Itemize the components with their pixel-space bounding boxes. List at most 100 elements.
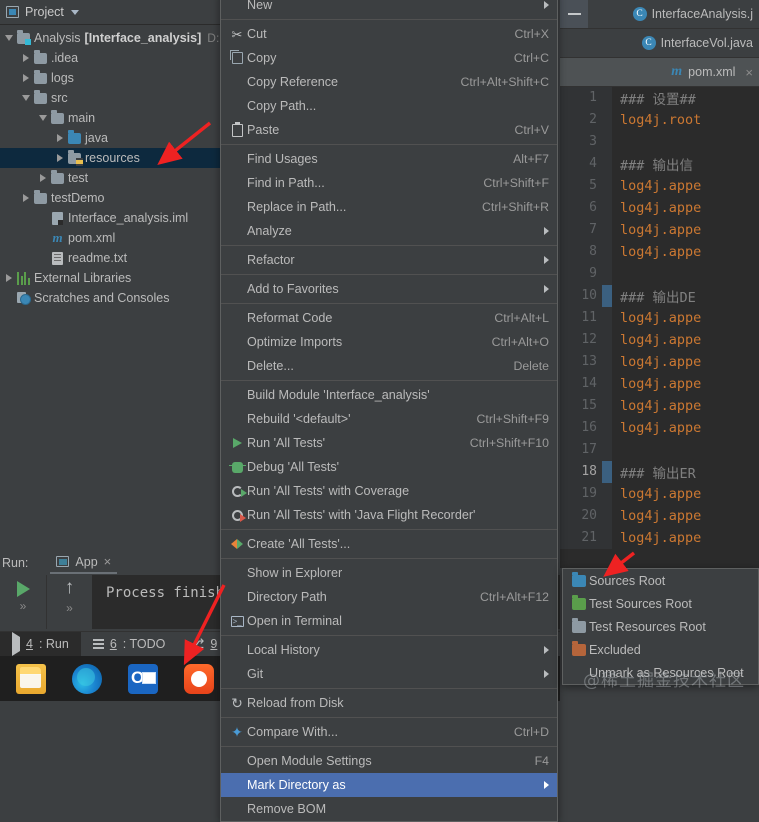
menu-item-open-in-terminal[interactable]: >_ Open in Terminal xyxy=(221,609,557,633)
twist-down[interactable] xyxy=(19,88,32,108)
tree-row-external-libraries[interactable]: External Libraries xyxy=(0,268,220,288)
tool-window-button-todo[interactable]: 6: TODO xyxy=(81,632,178,657)
line-number[interactable]: 9 xyxy=(560,263,602,285)
line-number[interactable]: 17 xyxy=(560,439,602,461)
close-icon[interactable]: × xyxy=(745,65,753,80)
tree-row-scratches-and-consoles[interactable]: Scratches and Consoles xyxy=(0,288,220,308)
line-number[interactable]: 14 xyxy=(560,373,602,395)
menu-item-create-all-tests[interactable]: Create 'All Tests'... xyxy=(221,532,557,556)
line-number[interactable]: 20 xyxy=(560,505,602,527)
menu-item-reload-from-disk[interactable]: ↻ Reload from Disk xyxy=(221,691,557,715)
tree-row--idea[interactable]: .idea xyxy=(0,48,220,68)
menu-item-copy-path[interactable]: Copy Path... xyxy=(221,94,557,118)
twist-right[interactable] xyxy=(19,48,32,68)
tree-row-pom-xml[interactable]: m pom.xml xyxy=(0,228,220,248)
line-number[interactable]: 3 xyxy=(560,131,602,153)
twist-right[interactable] xyxy=(19,188,32,208)
menu-item-find-usages[interactable]: Find Usages Alt+F7 xyxy=(221,147,557,171)
menu-item-show-in-explorer[interactable]: Show in Explorer xyxy=(221,561,557,585)
menu-item-analyze[interactable]: Analyze xyxy=(221,219,557,243)
menu-item-local-history[interactable]: Local History xyxy=(221,638,557,662)
run-tab-app[interactable]: App × xyxy=(50,552,118,574)
menu-item-compare-with[interactable]: ✦ Compare With... Ctrl+D xyxy=(221,720,557,744)
line-number[interactable]: 5 xyxy=(560,175,602,197)
menu-item-find-in-path[interactable]: Find in Path... Ctrl+Shift+F xyxy=(221,171,557,195)
expand-icon[interactable]: » xyxy=(20,599,27,613)
tree-row-logs[interactable]: logs xyxy=(0,68,220,88)
tree-row-src[interactable]: src xyxy=(0,88,220,108)
menu-item-optimize-imports[interactable]: Optimize Imports Ctrl+Alt+O xyxy=(221,330,557,354)
outlook-icon[interactable] xyxy=(128,663,158,694)
media-app-icon[interactable] xyxy=(184,663,214,694)
line-number[interactable]: 7 xyxy=(560,219,602,241)
submenu-item-test-resources-root[interactable]: Test Resources Root xyxy=(563,615,758,638)
menu-item-copy[interactable]: Copy Ctrl+C xyxy=(221,46,557,70)
menu-item-run-all-tests-with-coverage[interactable]: Run 'All Tests' with Coverage xyxy=(221,479,557,503)
menu-item-directory-path[interactable]: Directory Path Ctrl+Alt+F12 xyxy=(221,585,557,609)
twist-right[interactable] xyxy=(36,168,49,188)
tree-row-resources[interactable]: resources xyxy=(0,148,220,168)
menu-item-paste[interactable]: Paste Ctrl+V xyxy=(221,118,557,142)
line-number[interactable]: 8 xyxy=(560,241,602,263)
line-number[interactable]: 13 xyxy=(560,351,602,373)
line-number[interactable]: 6 xyxy=(560,197,602,219)
fold-marker[interactable] xyxy=(602,285,612,307)
menu-item-rebuild-default[interactable]: Rebuild '<default>' Ctrl+Shift+F9 xyxy=(221,407,557,431)
menu-item-copy-reference[interactable]: Copy Reference Ctrl+Alt+Shift+C xyxy=(221,70,557,94)
minimize-button[interactable] xyxy=(560,0,588,28)
menu-item-run-all-tests-with-java-flight-recorder[interactable]: Run 'All Tests' with 'Java Flight Record… xyxy=(221,503,557,527)
close-icon[interactable]: × xyxy=(104,554,112,569)
tree-row-testdemo[interactable]: testDemo xyxy=(0,188,220,208)
menu-item-replace-in-path[interactable]: Replace in Path... Ctrl+Shift+R xyxy=(221,195,557,219)
line-number[interactable]: 12 xyxy=(560,329,602,351)
line-number[interactable]: 10 xyxy=(560,285,602,307)
tool-window-button-run[interactable]: 4: Run xyxy=(0,631,81,657)
twist-right[interactable] xyxy=(19,68,32,88)
line-number[interactable]: 16 xyxy=(560,417,602,439)
menu-item-add-to-favorites[interactable]: Add to Favorites xyxy=(221,277,557,301)
menu-item-delete[interactable]: Delete... Delete xyxy=(221,354,557,378)
scroll-up-icon[interactable]: ↑ xyxy=(65,577,75,599)
twist-right[interactable] xyxy=(53,128,66,148)
menu-item-reformat-code[interactable]: Reformat Code Ctrl+Alt+L xyxy=(221,306,557,330)
menu-item-refactor[interactable]: Refactor xyxy=(221,248,557,272)
edge-browser-icon[interactable] xyxy=(72,663,102,694)
line-number[interactable]: 19 xyxy=(560,483,602,505)
editor-tab-pom-xml[interactable]: m pom.xml × xyxy=(560,58,759,87)
submenu-item-excluded[interactable]: Excluded xyxy=(563,638,758,661)
menu-item-new[interactable]: New xyxy=(221,0,557,17)
menu-item-cut[interactable]: ✂ Cut Ctrl+X xyxy=(221,22,557,46)
menu-item-git[interactable]: Git xyxy=(221,662,557,686)
menu-item-remove-bom[interactable]: Remove BOM xyxy=(221,797,557,821)
line-number[interactable]: 11 xyxy=(560,307,602,329)
submenu-item-test-sources-root[interactable]: Test Sources Root xyxy=(563,592,758,615)
twist-down[interactable] xyxy=(36,108,49,128)
twist-right[interactable] xyxy=(2,268,15,288)
line-number[interactable]: 15 xyxy=(560,395,602,417)
project-panel-header[interactable]: Project xyxy=(0,0,220,25)
chevron-down-icon[interactable] xyxy=(70,9,79,15)
menu-item-build-module-interface-analysis[interactable]: Build Module 'Interface_analysis' xyxy=(221,383,557,407)
menu-item-debug-all-tests[interactable]: Debug 'All Tests' xyxy=(221,455,557,479)
menu-item-run-all-tests[interactable]: Run 'All Tests' Ctrl+Shift+F10 xyxy=(221,431,557,455)
line-number[interactable]: 4 xyxy=(560,153,602,175)
file-explorer-icon[interactable] xyxy=(16,663,46,694)
tree-row-java[interactable]: java xyxy=(0,128,220,148)
tree-row-test[interactable]: test xyxy=(0,168,220,188)
submenu-item-sources-root[interactable]: Sources Root xyxy=(563,569,758,592)
code-editor[interactable]: 1 ### 设置## 2 log4j.root 3 4 ### 输出信 5 log4j.appe… xyxy=(560,87,759,568)
fold-marker[interactable] xyxy=(602,461,612,483)
line-number[interactable]: 2 xyxy=(560,109,602,131)
expand-icon-2[interactable]: » xyxy=(66,601,73,615)
rerun-icon[interactable] xyxy=(16,581,30,597)
menu-item-mark-directory-as[interactable]: Mark Directory as xyxy=(221,773,557,797)
editor-tab-interfaceanalysis-j[interactable]: C InterfaceAnalysis.j xyxy=(560,0,759,29)
menu-item-open-module-settings[interactable]: Open Module Settings F4 xyxy=(221,749,557,773)
tree-row-interface-analysis-iml[interactable]: Interface_analysis.iml xyxy=(0,208,220,228)
tree-row-readme-txt[interactable]: readme.txt xyxy=(0,248,220,268)
tree-row-main[interactable]: main xyxy=(0,108,220,128)
line-number[interactable]: 18 xyxy=(560,461,602,483)
tree-row-analysis[interactable]: Analysis [Interface_analysis] D: xyxy=(0,28,220,48)
line-number[interactable]: 1 xyxy=(560,87,602,109)
line-number[interactable]: 21 xyxy=(560,527,602,549)
